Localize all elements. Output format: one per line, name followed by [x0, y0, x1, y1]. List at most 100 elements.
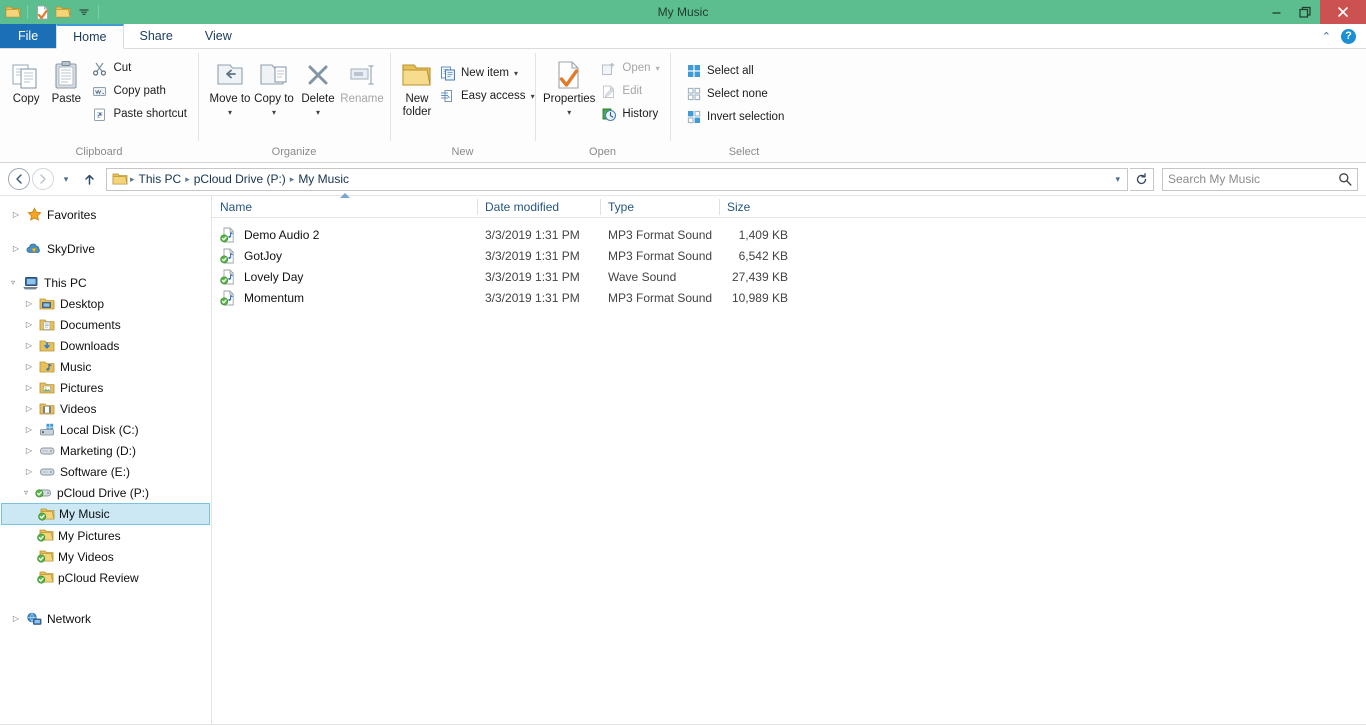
- expander-collapsed-icon[interactable]: ▷: [21, 383, 37, 392]
- breadcrumb-dropdown-icon[interactable]: ▾: [1110, 174, 1125, 185]
- move-to-icon: [213, 57, 247, 93]
- nav-item-marketing-d[interactable]: ▷ Marketing (D:): [0, 440, 211, 461]
- expander-collapsed-icon[interactable]: ▷: [8, 210, 24, 219]
- help-icon[interactable]: ?: [1341, 28, 1356, 44]
- expander-collapsed-icon[interactable]: ▷: [21, 362, 37, 371]
- breadcrumb-item-my-music[interactable]: My Music: [295, 172, 352, 186]
- new-item-button[interactable]: New item ▾: [434, 63, 540, 83]
- file-name-cell: GotJoy: [212, 248, 477, 264]
- history-button[interactable]: History: [595, 104, 664, 124]
- nav-item-desktop[interactable]: ▷ Desktop: [0, 293, 211, 314]
- tab-share[interactable]: Share: [124, 24, 189, 48]
- nav-item-documents[interactable]: ▷ Documents: [0, 314, 211, 335]
- table-row[interactable]: Demo Audio 2 3/3/2019 1:31 PM MP3 Format…: [212, 224, 1366, 245]
- search-box[interactable]: [1162, 167, 1358, 191]
- cut-button[interactable]: Cut: [86, 58, 192, 78]
- close-button[interactable]: [1320, 0, 1366, 24]
- nav-item-pcloud-review[interactable]: pCloud Review: [0, 567, 211, 588]
- table-row[interactable]: GotJoy 3/3/2019 1:31 PM MP3 Format Sound…: [212, 245, 1366, 266]
- expander-collapsed-icon[interactable]: ▷: [21, 425, 37, 434]
- collapse-ribbon-icon[interactable]: ⌃: [1322, 30, 1331, 43]
- drive-icon: [37, 444, 57, 457]
- nav-item-music[interactable]: ▷ Music: [0, 356, 211, 377]
- copy-to-button[interactable]: Copy to ▾: [252, 53, 296, 119]
- nav-item-pictures[interactable]: ▷ Pictures: [0, 377, 211, 398]
- easy-access-button[interactable]: Easy access ▾: [434, 86, 540, 106]
- expander-expanded-icon[interactable]: ▿: [5, 278, 21, 287]
- minimize-button[interactable]: [1262, 0, 1291, 24]
- nav-item-label: Documents: [60, 317, 121, 332]
- search-input[interactable]: [1168, 172, 1338, 186]
- back-button[interactable]: [8, 168, 30, 190]
- paste-button[interactable]: Paste: [46, 53, 86, 106]
- nav-item-my-pictures[interactable]: My Pictures: [0, 525, 211, 546]
- copy-path-button[interactable]: Copy path: [86, 81, 192, 101]
- nav-item-pcloud-drive-p[interactable]: ▿ pCloud Drive (P:): [0, 482, 211, 503]
- breadcrumb[interactable]: ▸ This PC ▸ pCloud Drive (P:) ▸ My Music…: [106, 167, 1128, 191]
- copy-to-icon: [257, 57, 291, 93]
- new-folder-icon[interactable]: [54, 3, 72, 21]
- expander-collapsed-icon[interactable]: ▷: [21, 341, 37, 350]
- table-row[interactable]: Lovely Day 3/3/2019 1:31 PM Wave Sound 2…: [212, 266, 1366, 287]
- folder-icon[interactable]: [4, 3, 22, 21]
- properties-button[interactable]: Properties ▾: [543, 53, 595, 119]
- new-folder-button[interactable]: New folder: [400, 53, 434, 119]
- delete-button[interactable]: Delete ▾: [296, 53, 340, 119]
- expander-collapsed-icon[interactable]: ▷: [8, 614, 24, 623]
- paste-shortcut-button[interactable]: Paste shortcut: [86, 104, 192, 124]
- audio-file-synced-icon: [220, 269, 237, 285]
- chevron-down-icon[interactable]: ▾: [272, 106, 276, 119]
- select-none-button[interactable]: Select none: [680, 84, 789, 104]
- column-header-name[interactable]: Name: [212, 192, 477, 218]
- chevron-down-icon[interactable]: ▾: [316, 106, 320, 119]
- ribbon-group-label-open: Open: [589, 146, 616, 158]
- column-header-type[interactable]: Type: [600, 196, 719, 218]
- chevron-down-icon[interactable]: ▾: [514, 69, 518, 78]
- table-row[interactable]: Momentum 3/3/2019 1:31 PM MP3 Format Sou…: [212, 287, 1366, 308]
- search-icon[interactable]: [1338, 172, 1352, 186]
- expander-collapsed-icon[interactable]: ▷: [21, 320, 37, 329]
- recent-locations-button[interactable]: ▾: [56, 168, 76, 190]
- expander-collapsed-icon[interactable]: ▷: [21, 404, 37, 413]
- nav-item-favorites[interactable]: ▷ Favorites: [0, 204, 211, 225]
- nav-item-this-pc[interactable]: ▿ This PC: [0, 272, 211, 293]
- file-size-cell: 6,542 KB: [738, 248, 788, 263]
- breadcrumb-item-pcloud-drive[interactable]: pCloud Drive (P:): [191, 172, 289, 186]
- nav-item-software-e[interactable]: ▷ Software (E:): [0, 461, 211, 482]
- invert-selection-button[interactable]: Invert selection: [680, 107, 789, 127]
- expander-expanded-icon[interactable]: ▿: [18, 488, 34, 497]
- expander-collapsed-icon[interactable]: ▷: [8, 244, 24, 253]
- nav-item-downloads[interactable]: ▷ Downloads: [0, 335, 211, 356]
- customize-qat-icon[interactable]: [75, 3, 93, 21]
- ribbon-tab-right-controls: ⌃ ?: [1322, 24, 1366, 48]
- refresh-button[interactable]: [1130, 167, 1154, 191]
- tab-view[interactable]: View: [189, 24, 248, 48]
- copy-button[interactable]: Copy: [6, 53, 46, 106]
- tab-file[interactable]: File: [0, 24, 57, 48]
- move-to-button[interactable]: Move to ▾: [208, 53, 252, 119]
- chevron-down-icon[interactable]: ▾: [228, 106, 232, 119]
- column-header-date-modified[interactable]: Date modified: [477, 196, 600, 218]
- nav-item-skydrive[interactable]: ▷ SkyDrive: [0, 238, 211, 259]
- nav-item-my-videos[interactable]: My Videos: [0, 546, 211, 567]
- synced-folder-icon: [35, 528, 55, 543]
- chevron-down-icon[interactable]: ▾: [531, 92, 535, 101]
- delete-icon: [303, 57, 333, 93]
- nav-item-local-disk-c[interactable]: ▷ Local Disk (C:): [0, 419, 211, 440]
- expander-collapsed-icon[interactable]: ▷: [21, 446, 37, 455]
- expander-collapsed-icon[interactable]: ▷: [21, 299, 37, 308]
- chevron-down-icon[interactable]: ▾: [567, 106, 571, 119]
- nav-item-my-music[interactable]: My Music: [1, 503, 210, 525]
- expander-collapsed-icon[interactable]: ▷: [21, 467, 37, 476]
- select-all-button[interactable]: Select all: [680, 61, 789, 81]
- properties-icon[interactable]: [33, 3, 51, 21]
- nav-item-label: This PC: [44, 275, 87, 290]
- column-header-size[interactable]: Size: [719, 196, 798, 218]
- tab-home[interactable]: Home: [56, 24, 124, 49]
- nav-item-videos[interactable]: ▷ Videos: [0, 398, 211, 419]
- up-button[interactable]: [78, 168, 100, 190]
- drive-icon: [37, 465, 57, 478]
- breadcrumb-item-this-pc[interactable]: This PC: [136, 172, 185, 186]
- nav-item-network[interactable]: ▷ Network: [0, 608, 211, 629]
- restore-button[interactable]: [1291, 0, 1320, 24]
